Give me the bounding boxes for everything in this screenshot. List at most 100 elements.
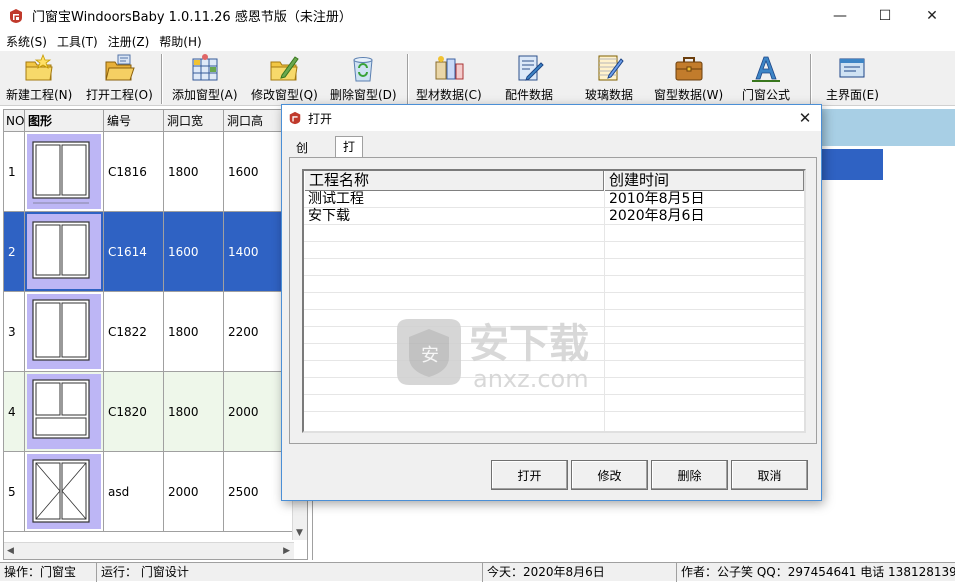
horizontal-scrollbar[interactable]: ◀ ▶ [4, 542, 294, 559]
open-button[interactable]: 打开 [491, 460, 568, 490]
table-row-selected[interactable]: 2 C1614 1600 1400 [4, 212, 294, 292]
row-code: asd [104, 452, 164, 532]
main-ui-icon [839, 58, 865, 78]
window-type-data-button[interactable]: 窗型数据(W) [654, 53, 723, 105]
toolbar-separator [407, 54, 409, 104]
formula-button[interactable]: 门窗公式 [742, 53, 790, 105]
main-ui-button[interactable]: 主界面(E) [826, 53, 879, 105]
profile-data-button[interactable]: 型材数据(C) [416, 53, 482, 105]
delete-window-button[interactable]: 删除窗型(D) [330, 53, 397, 105]
table-row[interactable]: 5 asd 2000 2500 [4, 452, 294, 532]
accessory-data-button[interactable]: 配件数据 [505, 53, 553, 105]
window-sketch-icon [27, 134, 101, 209]
watermark-shield-icon: 安 安下载 anxz.com [397, 319, 589, 393]
tab-open[interactable]: 打开 [335, 136, 364, 174]
window-type-grid: NO 图形 编号 洞口宽 洞口高 1 C1816 1800 1600 2 C16… [3, 109, 308, 560]
profile-data-icon [435, 56, 464, 80]
folder-new-icon [25, 53, 53, 81]
header-width[interactable]: 洞口宽 [164, 110, 224, 132]
menu-register[interactable]: 注册(Z) [102, 33, 154, 50]
menu-tools[interactable]: 工具(T) [51, 33, 102, 50]
row-width: 1800 [164, 132, 224, 212]
app-logo-icon [10, 8, 22, 23]
row-code: C1820 [104, 372, 164, 452]
watermark-shield-char: 安 [421, 345, 439, 366]
list-item[interactable]: 测试工程 2010年8月5日 [304, 191, 804, 208]
status-operation: 操作：门窗宝 [0, 563, 97, 582]
list-item-empty [304, 412, 804, 429]
row-no: 5 [4, 452, 25, 532]
recycle-bin-icon [353, 57, 373, 82]
edit-button[interactable]: 修改 [571, 460, 648, 490]
scroll-left-icon[interactable]: ◀ [7, 546, 14, 556]
add-window-label: 添加窗型(A) [172, 88, 238, 102]
new-project-label: 新建工程(N) [6, 88, 73, 102]
watermark-cn: 安下载 [469, 321, 589, 367]
open-project-button[interactable]: 打开工程(O) [86, 53, 153, 105]
close-button[interactable]: ✕ [909, 0, 955, 31]
project-list[interactable]: 工程名称 创建时间 测试工程 2010年8月5日 安下载 2020年8月6日 安… [302, 169, 806, 433]
dialog-title: 打开 [308, 111, 333, 126]
row-code: C1614 [104, 212, 164, 292]
toolbar-separator [161, 54, 163, 104]
window-sketch-icon [27, 294, 101, 369]
dialog-close-button[interactable]: ✕ [789, 105, 821, 131]
header-code[interactable]: 编号 [104, 110, 164, 132]
table-row[interactable]: 3 C1822 1800 2200 [4, 292, 294, 372]
table-row[interactable]: 4 C1820 1800 2000 [4, 372, 294, 452]
formula-icon [752, 56, 780, 82]
window-sketch-icon [27, 214, 101, 289]
row-width: 1800 [164, 292, 224, 372]
maximize-button[interactable]: ☐ [862, 0, 908, 31]
accessory-data-icon [518, 55, 544, 81]
list-item[interactable]: 安下载 2020年8月6日 [304, 208, 804, 225]
tab-create[interactable]: 创建 [289, 140, 316, 171]
window-thumbnail [25, 452, 104, 532]
toolbar: 新建工程(N) 打开工程(O) 添加窗型(A) 修改窗型(Q) 删除窗型(D) … [0, 51, 955, 106]
row-width: 1800 [164, 372, 224, 452]
open-tab-panel: 工程名称 创建时间 测试工程 2010年8月5日 安下载 2020年8月6日 安… [289, 157, 817, 444]
delete-button[interactable]: 删除 [651, 460, 728, 490]
close-icon: ✕ [798, 109, 812, 127]
column-project-name[interactable]: 工程名称 [304, 171, 604, 191]
minimize-icon: — [833, 7, 847, 24]
table-row[interactable]: 1 C1816 1800 1600 [4, 132, 294, 212]
window-title: 门窗宝WindoorsBaby 1.0.11.26 感恩节版（未注册） [32, 10, 352, 25]
delete-window-label: 删除窗型(D) [330, 88, 397, 102]
column-create-time[interactable]: 创建时间 [604, 171, 804, 191]
menu-system[interactable]: 系统(S) [0, 33, 51, 50]
row-width: 2000 [164, 452, 224, 532]
list-item-empty [304, 276, 804, 293]
minimize-button[interactable]: — [817, 0, 863, 31]
list-item-empty [304, 293, 804, 310]
add-window-button[interactable]: 添加窗型(A) [172, 53, 238, 105]
project-time: 2010年8月5日 [609, 191, 705, 207]
menu-bar: 系统(S) 工具(T) 注册(Z) 帮助(H) [0, 31, 955, 51]
window-sketch-icon [27, 454, 101, 529]
row-no: 2 [4, 212, 25, 292]
status-today: 今天：2020年8月6日 [483, 563, 677, 582]
maximize-icon: ☐ [878, 7, 892, 24]
watermark: 安 安下载 anxz.com [391, 313, 691, 396]
edit-window-label: 修改窗型(Q) [251, 88, 318, 102]
header-shape[interactable]: 图形 [25, 110, 104, 132]
row-code: C1822 [104, 292, 164, 372]
edit-window-button[interactable]: 修改窗型(Q) [251, 53, 318, 105]
title-bar: 门窗宝WindoorsBaby 1.0.11.26 感恩节版（未注册） — ☐ … [0, 0, 955, 31]
dialog-logo-icon [289, 111, 301, 125]
toolbar-separator [810, 54, 812, 104]
new-project-button[interactable]: 新建工程(N) [6, 53, 72, 105]
menu-help[interactable]: 帮助(H) [153, 33, 205, 50]
project-list-header: 工程名称 创建时间 [304, 171, 804, 191]
window-thumbnail [25, 132, 104, 212]
cancel-button[interactable]: 取消 [731, 460, 808, 490]
scroll-down-icon[interactable]: ▼ [296, 528, 303, 538]
glass-data-icon [598, 55, 624, 81]
design-panel-selection [821, 149, 883, 180]
header-no[interactable]: NO [4, 110, 25, 132]
row-width: 1600 [164, 212, 224, 292]
scroll-right-icon[interactable]: ▶ [283, 546, 290, 556]
glass-data-button[interactable]: 玻璃数据 [585, 53, 633, 105]
profile-data-label: 型材数据(C) [416, 88, 482, 102]
row-no: 1 [4, 132, 25, 212]
